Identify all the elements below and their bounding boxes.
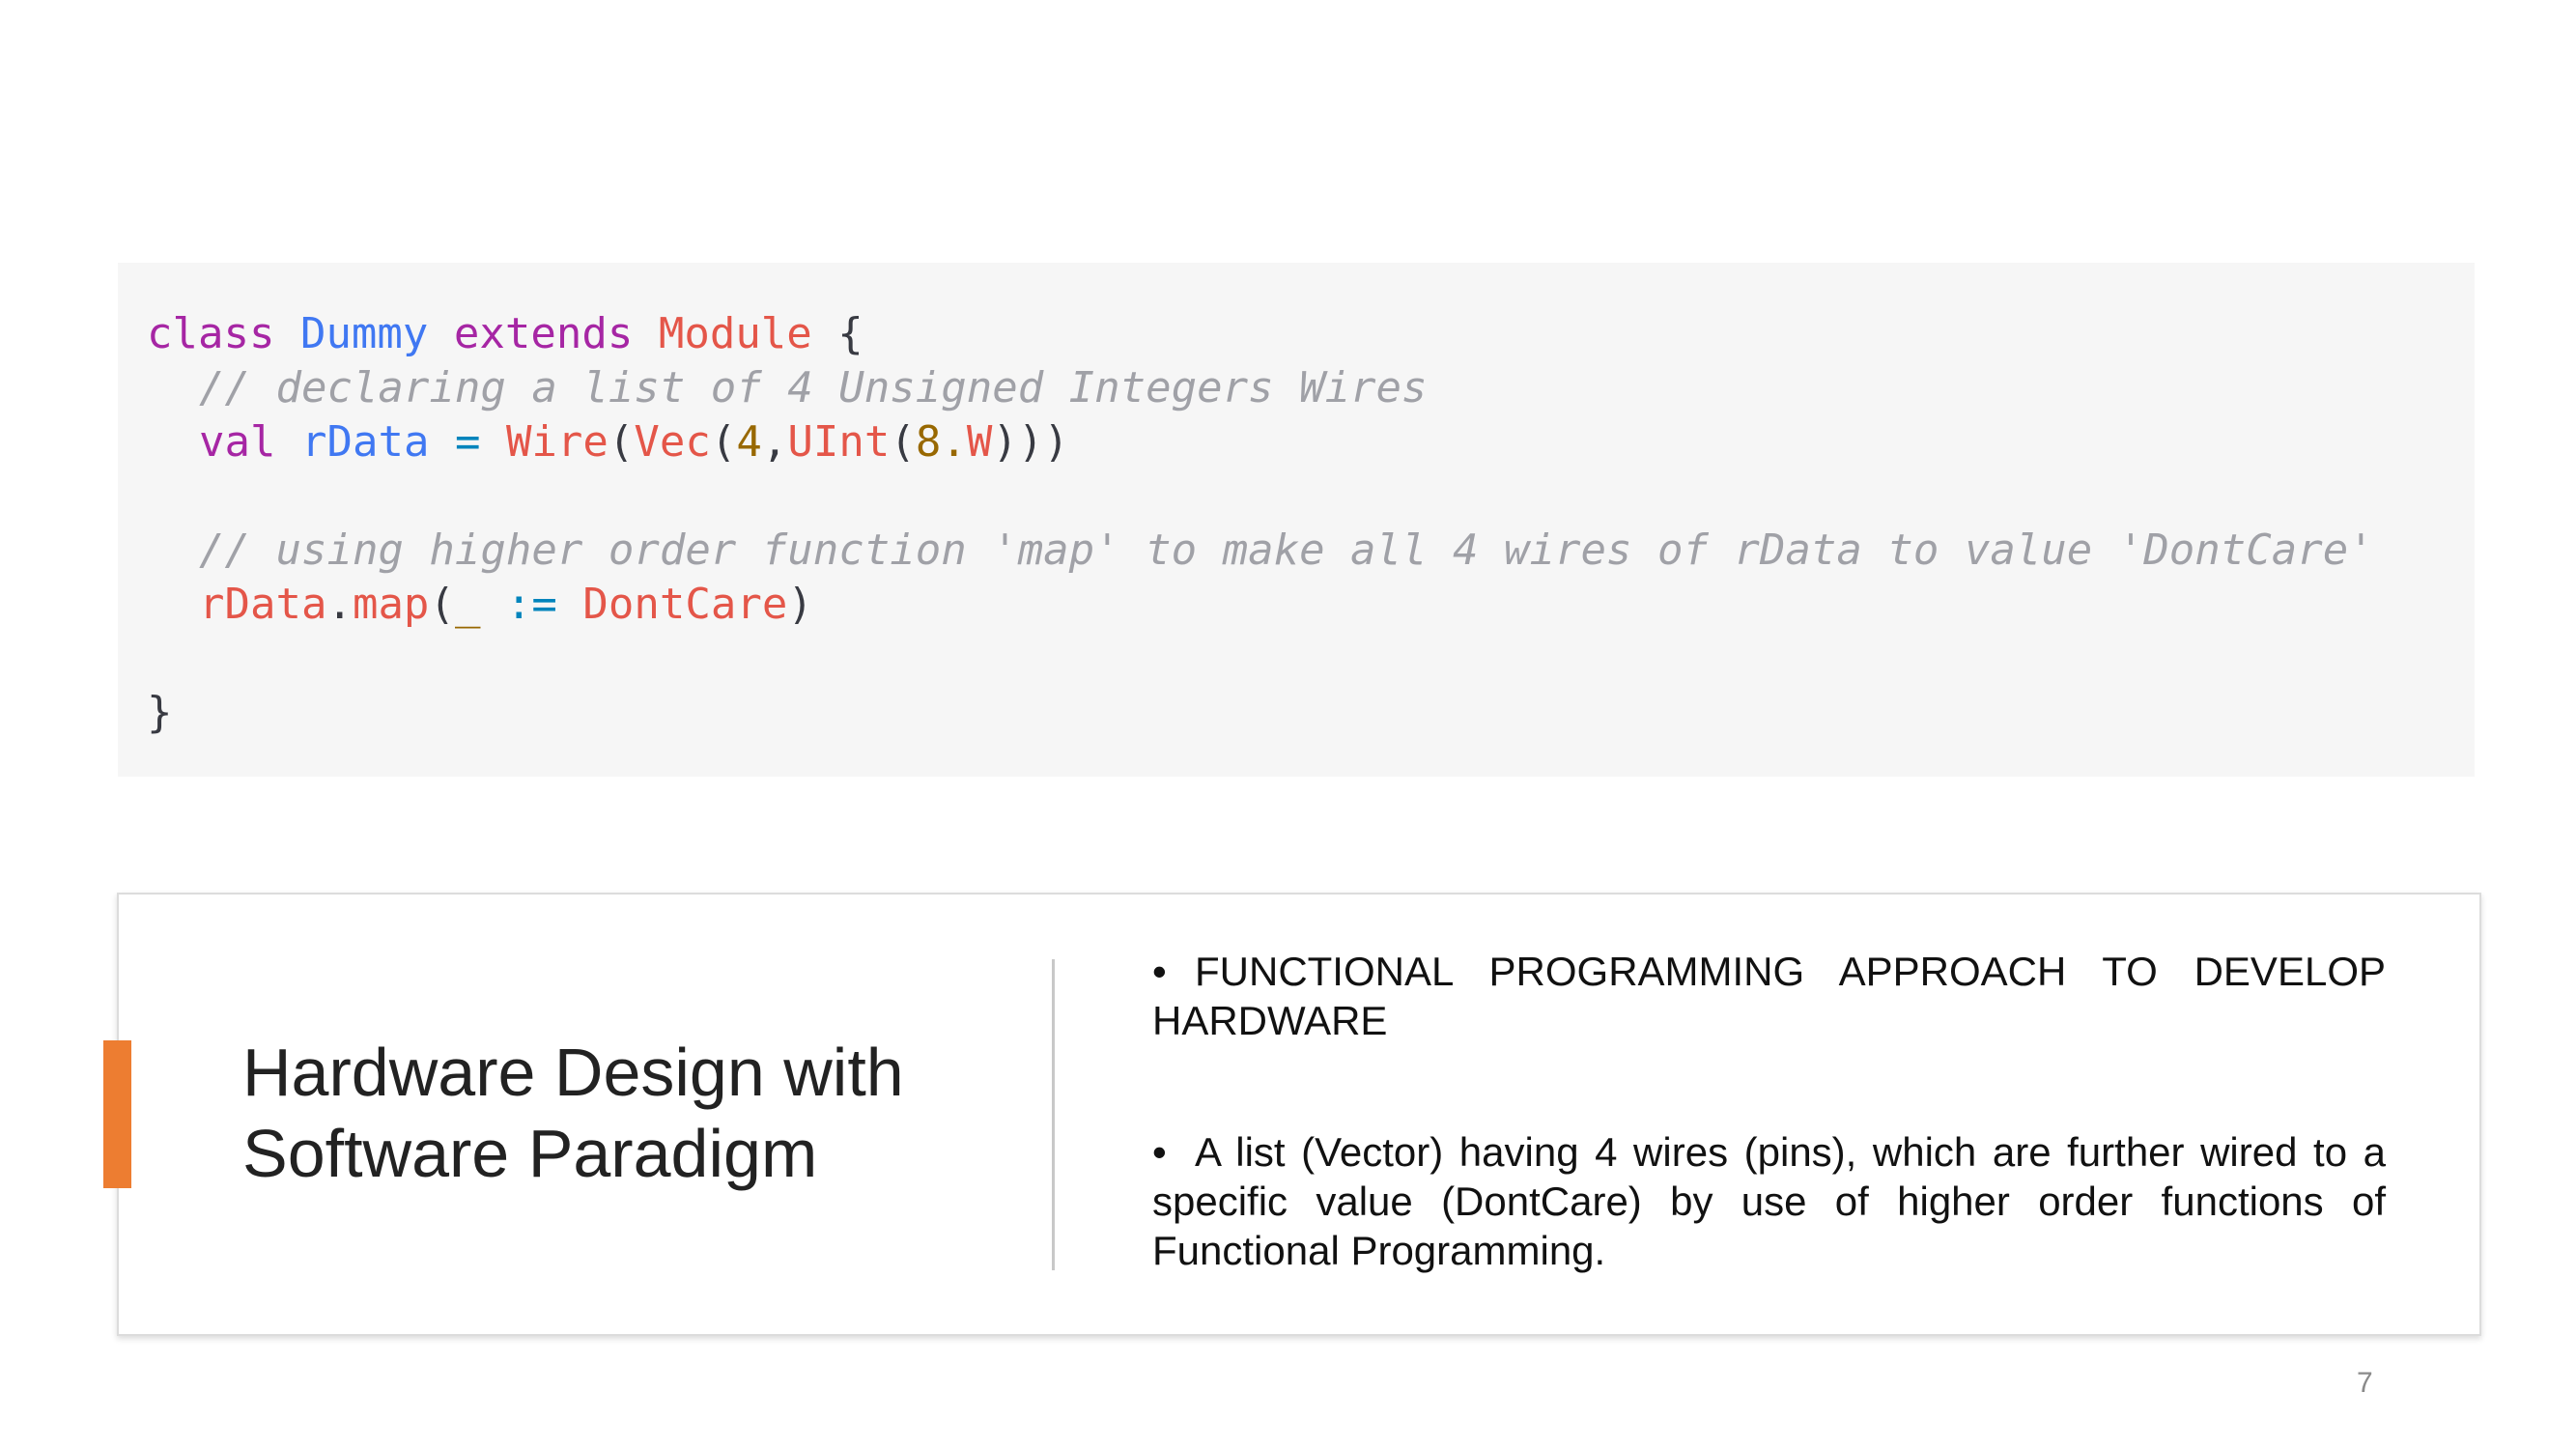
code-number-8: 8 <box>915 417 942 467</box>
code-line-close-brace: } <box>147 686 173 740</box>
code-variable-rdata: rData <box>300 417 430 467</box>
bullet-marker: • <box>1152 1129 1167 1175</box>
bullet-text: A list (Vector) having 4 wires (pins), w… <box>1152 1129 2386 1273</box>
code-keyword-class: class <box>147 309 275 358</box>
code-line-rdata-map: rData.map(_ := DontCare) <box>147 578 813 632</box>
bullet-item: • A list (Vector) having 4 wires (pins), … <box>1152 1127 2386 1275</box>
code-dontcare: DontCare <box>582 580 788 629</box>
code-block: class Dummy extends Module { // declarin… <box>118 263 2475 777</box>
bullet-marker: • <box>1152 949 1167 994</box>
bullet-text: FUNCTIONAL PROGRAMMING APPROACH TO DEVEL… <box>1152 949 2386 1043</box>
code-comma: , <box>761 417 788 467</box>
code-comment: // declaring a list of 4 Unsigned Intege… <box>199 363 1428 412</box>
code-close-brace: } <box>147 688 173 737</box>
code-paren: ) <box>787 580 813 629</box>
code-operator-equals: = <box>454 417 481 467</box>
code-line-val-rdata: val rData = Wire(Vec(4,UInt(8.W))) <box>147 415 1069 469</box>
code-line-comment-map: // using higher order function 'map' to … <box>147 524 2374 578</box>
code-comment: // using higher order function 'map' to … <box>199 526 2374 575</box>
vertical-divider <box>1052 959 1055 1270</box>
code-underscore: _ <box>454 580 481 629</box>
code-keyword-extends: extends <box>453 309 634 358</box>
code-paren: ( <box>890 417 916 467</box>
page-number: 7 <box>2357 1367 2373 1399</box>
title-line-1: Hardware Design with <box>242 1035 904 1110</box>
code-parent-class: Module <box>658 309 812 358</box>
code-dot: . <box>326 580 353 629</box>
bullet-item: • FUNCTIONAL PROGRAMMING APPROACH TO DEVE… <box>1152 947 2386 1045</box>
code-fn-wire: Wire <box>505 417 609 467</box>
code-paren: ( <box>608 417 635 467</box>
bullet-list: • FUNCTIONAL PROGRAMMING APPROACH TO DEVE… <box>1152 947 2386 1275</box>
code-paren: ( <box>429 580 455 629</box>
code-keyword-val: val <box>199 417 276 467</box>
code-method-map: map <box>352 580 430 629</box>
accent-bar <box>103 1040 131 1188</box>
code-open-brace: { <box>837 309 863 358</box>
code-close-parens: ))) <box>992 417 1069 467</box>
code-fn-vec: Vec <box>634 417 711 467</box>
code-line-comment-declaring: // declaring a list of 4 Unsigned Intege… <box>147 361 1428 415</box>
slide-title: Hardware Design with Software Paradigm <box>242 1032 1015 1194</box>
code-paren: ( <box>710 417 737 467</box>
code-dot: . <box>941 417 967 467</box>
code-number-4: 4 <box>736 417 762 467</box>
code-width-w: W <box>966 417 993 467</box>
title-line-2: Software Paradigm <box>242 1116 818 1191</box>
code-fn-uint: UInt <box>787 417 891 467</box>
code-class-name: Dummy <box>299 309 429 358</box>
code-line-class-declaration: class Dummy extends Module { <box>147 307 863 361</box>
code-object-rdata: rData <box>199 580 327 629</box>
code-operator-assign: := <box>505 580 557 629</box>
